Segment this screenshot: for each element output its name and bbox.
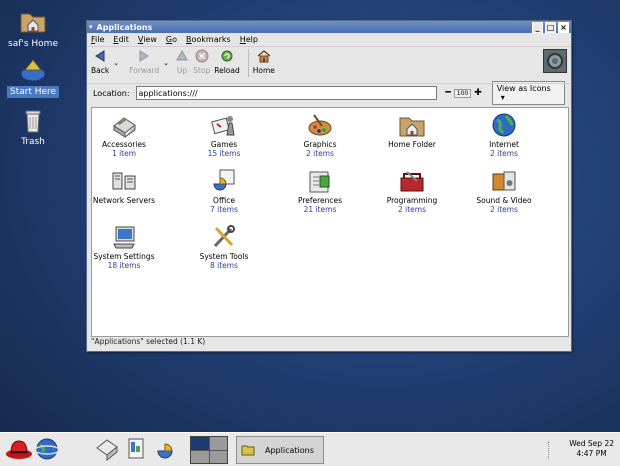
folder-system-settings[interactable]: System Settings 18 items	[80, 224, 168, 270]
desktop-icon-home[interactable]: saf's Home	[0, 6, 68, 50]
workspace-2[interactable]	[209, 437, 227, 450]
taskbar-button-applications[interactable]: Applications	[236, 436, 324, 464]
red-hat-menu-icon[interactable]	[4, 436, 34, 462]
menu-bar: File Edit View Go Bookmarks Help	[87, 33, 571, 46]
menu-edit[interactable]: Edit	[113, 35, 129, 44]
maximize-button[interactable]: □	[545, 21, 556, 33]
home-icon	[257, 50, 271, 63]
window-title: Applications	[96, 22, 153, 32]
accessories-icon	[113, 117, 136, 138]
zoom-level[interactable]: 100	[453, 88, 472, 98]
system-settings-icon	[113, 226, 135, 249]
forward-history-dropdown[interactable]: ⌄	[163, 59, 169, 67]
up-arrow-icon	[176, 49, 188, 61]
location-label: Location:	[93, 88, 130, 98]
folder-games[interactable]: Games 15 items	[180, 112, 268, 158]
games-icon	[211, 116, 235, 136]
toolbar: Back ⌄ Forward ⌄ Up Stop Reload Home	[87, 46, 571, 84]
folder-network-servers[interactable]: Network Servers	[80, 168, 168, 205]
writer-launcher-icon[interactable]	[124, 436, 150, 462]
graphics-icon	[308, 114, 332, 136]
desktop-icon-label: Start Here	[6, 86, 60, 98]
menu-view[interactable]: View	[138, 35, 157, 44]
email-launcher-icon[interactable]	[94, 436, 120, 462]
workspace-1[interactable]	[191, 437, 209, 450]
minimize-button[interactable]: _	[532, 21, 543, 33]
presentation-launcher-icon[interactable]	[154, 436, 180, 462]
clock-date: Wed Sep 22	[569, 439, 614, 448]
desktop-icon-trash[interactable]: Trash	[0, 106, 68, 148]
reload-button[interactable]: Reload	[214, 49, 240, 75]
folder-programming[interactable]: Programming 2 items	[368, 168, 456, 214]
toolbar-separator	[247, 49, 249, 77]
view-as-select[interactable]: View as Icons ▾	[491, 81, 565, 105]
menu-file[interactable]: File	[91, 35, 104, 44]
taskbar-button-label: Applications	[265, 445, 314, 455]
workspace-3[interactable]	[191, 450, 209, 463]
folder-internet[interactable]: Internet 2 items	[460, 112, 548, 158]
applications-folder-icon	[241, 445, 255, 456]
folder-graphics[interactable]: Graphics 2 items	[276, 112, 364, 158]
activity-throbber	[543, 49, 567, 73]
folder-sound-video[interactable]: Sound & Video 2 items	[460, 168, 548, 214]
back-arrow-icon	[95, 50, 105, 62]
trash-icon	[25, 110, 41, 133]
stop-button[interactable]: Stop	[193, 49, 210, 75]
icon-view: Accessories 1 item Games 15 items Graphi…	[91, 107, 569, 337]
office-icon	[213, 169, 235, 191]
folder-system-tools[interactable]: System Tools 8 items	[180, 224, 268, 270]
zoom-control: ━ 100 ✚	[445, 88, 481, 98]
window-menu-icon[interactable]: ▾	[89, 23, 93, 31]
close-button[interactable]: ×	[558, 21, 569, 33]
desktop-icon-label: Trash	[21, 137, 45, 147]
forward-button[interactable]: Forward	[129, 49, 159, 75]
forward-arrow-icon	[139, 50, 150, 62]
folder-home[interactable]: Home Folder	[368, 112, 456, 149]
zoom-out-button[interactable]: ━	[445, 88, 450, 98]
home-button[interactable]: Home	[253, 49, 275, 75]
folder-accessories[interactable]: Accessories 1 item	[80, 112, 168, 158]
location-input[interactable]	[135, 86, 438, 100]
back-history-dropdown[interactable]: ⌄	[113, 59, 119, 67]
clock[interactable]: Wed Sep 22 4:47 PM	[569, 439, 614, 459]
menu-go[interactable]: Go	[166, 35, 177, 44]
menu-help[interactable]: Help	[240, 35, 258, 44]
desktop-icon-label: saf's Home	[8, 39, 58, 49]
clock-time: 4:47 PM	[576, 449, 607, 458]
up-button[interactable]: Up	[175, 49, 189, 75]
chevron-down-icon: ▾	[500, 93, 505, 102]
status-bar: "Applications" selected (1.1 K)	[91, 337, 206, 346]
home-folder-icon	[399, 117, 425, 137]
location-bar: Location: ━ 100 ✚ View as Icons ▾	[87, 81, 571, 105]
view-as-label: View as Icons	[496, 84, 551, 93]
folder-office[interactable]: Office 7 items	[180, 168, 268, 214]
web-browser-launcher-icon[interactable]	[34, 436, 60, 462]
home-folder-icon	[20, 13, 46, 33]
stop-icon	[195, 49, 209, 63]
programming-icon	[400, 171, 424, 192]
workspace-4[interactable]	[209, 450, 227, 463]
start-here-icon	[20, 59, 46, 82]
panel-drag-handle[interactable]	[548, 441, 552, 459]
workspace-switcher[interactable]	[190, 436, 228, 464]
bottom-panel: Applications Wed Sep 22 4:47 PM	[0, 432, 620, 466]
back-button[interactable]: Back	[91, 49, 109, 75]
system-tools-icon	[213, 225, 235, 248]
file-manager-window: ▾ Applications _ □ × File Edit View Go B…	[86, 20, 572, 352]
preferences-icon	[309, 171, 330, 193]
network-servers-icon	[112, 172, 136, 190]
desktop-icon-start-here[interactable]: Start Here	[0, 56, 68, 98]
zoom-in-button[interactable]: ✚	[474, 88, 482, 98]
throbber-icon	[547, 53, 563, 69]
sound-video-icon	[492, 171, 516, 191]
internet-icon	[492, 113, 516, 137]
menu-bookmarks[interactable]: Bookmarks	[186, 35, 231, 44]
folder-preferences[interactable]: Preferences 21 items	[276, 168, 364, 214]
reload-icon	[221, 50, 233, 62]
title-bar[interactable]: ▾ Applications _ □ ×	[87, 21, 571, 33]
